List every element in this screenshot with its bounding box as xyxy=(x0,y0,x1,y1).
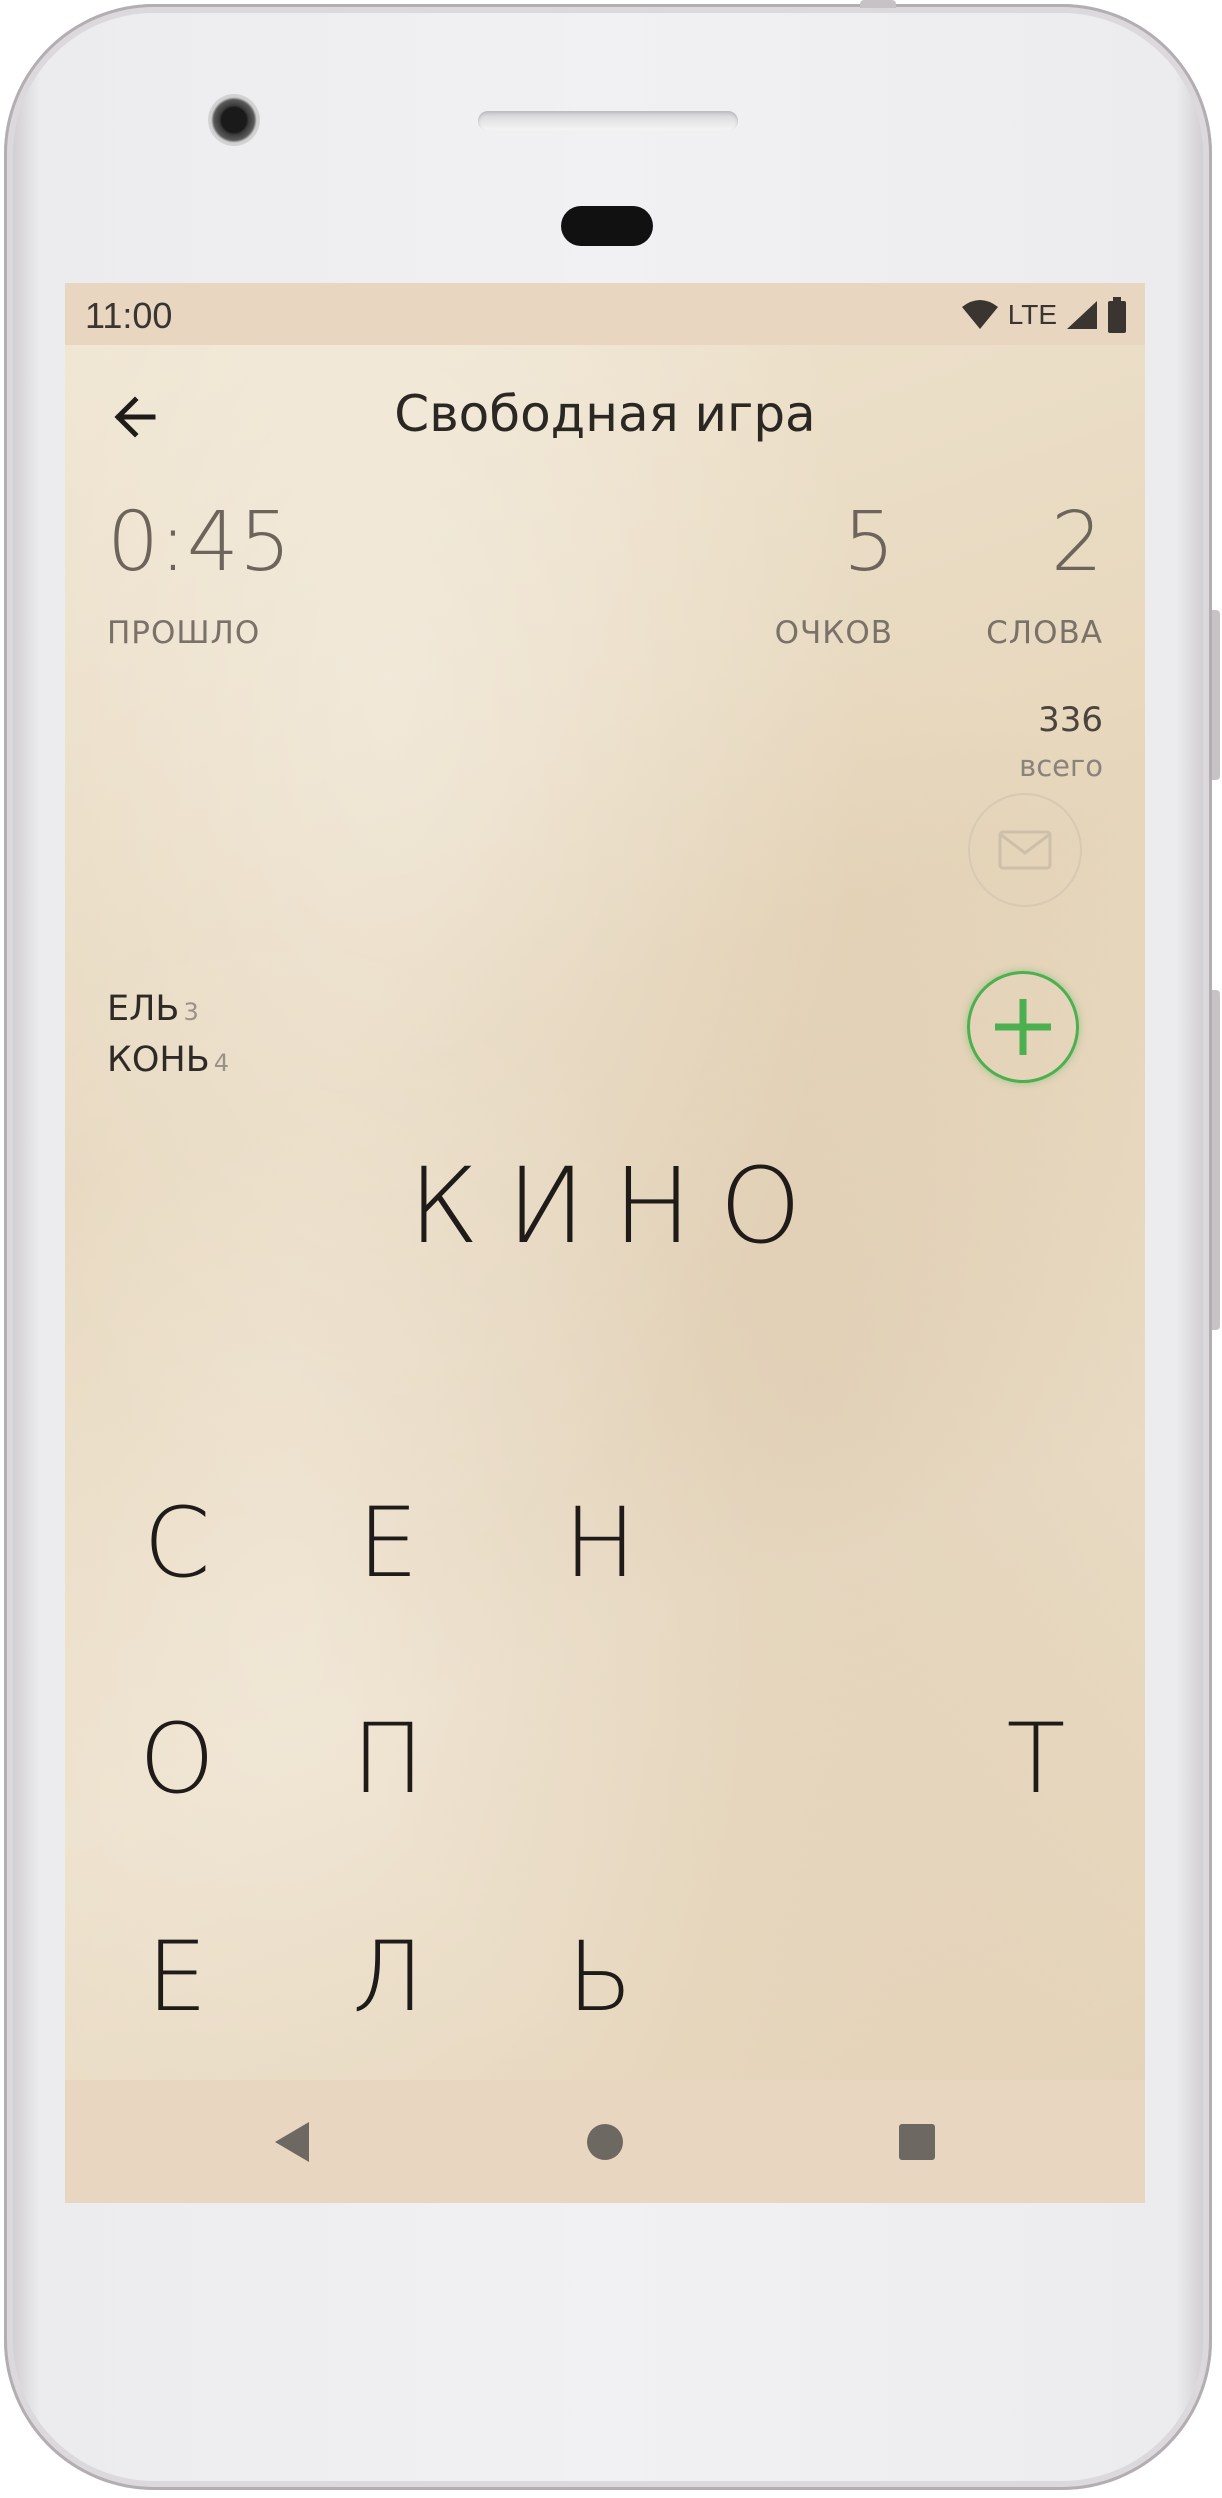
letter-tile[interactable]: Л xyxy=(328,1917,448,2037)
game-area: Свободная игра 0:45 ПРОШЛО 5 ОЧКОВ 2 СЛО… xyxy=(65,345,1145,2080)
signal-icon xyxy=(1067,301,1097,329)
navigation-bar xyxy=(65,2080,1145,2203)
phone-top-button xyxy=(860,0,896,8)
phone-power-button xyxy=(1212,990,1220,1330)
letter-tile[interactable]: Н xyxy=(540,1483,660,1603)
letter-tile[interactable]: Е xyxy=(328,1483,448,1603)
proximity-sensor xyxy=(561,206,653,246)
phone-volume-button xyxy=(1212,610,1220,780)
circle-home-icon xyxy=(587,2124,623,2160)
front-camera xyxy=(208,94,260,146)
earpiece-speaker xyxy=(478,111,738,131)
nav-recents-button[interactable] xyxy=(887,2112,947,2172)
letter-tile[interactable]: П xyxy=(328,1699,448,1819)
screen: 11:00 LTE Свободная игра 0:45 ПРОШЛО 5 О… xyxy=(65,283,1145,2203)
triangle-back-icon xyxy=(275,2122,309,2162)
letter-grid: С Е Н О П Т Е Л Ь xyxy=(65,345,1145,2080)
battery-icon xyxy=(1108,297,1126,333)
status-bar: 11:00 LTE xyxy=(65,283,1145,345)
status-time: 11:00 xyxy=(85,295,173,336)
nav-back-button[interactable] xyxy=(263,2112,323,2172)
status-icons: LTE xyxy=(960,295,1127,335)
wifi-icon xyxy=(961,300,998,329)
letter-tile[interactable]: Е xyxy=(117,1917,237,2037)
letter-tile[interactable]: О xyxy=(117,1699,237,1819)
letter-tile[interactable]: С xyxy=(117,1483,237,1603)
square-recents-icon xyxy=(899,2124,935,2160)
letter-tile[interactable]: Ь xyxy=(540,1917,660,2037)
network-type: LTE xyxy=(1007,299,1057,330)
letter-tile[interactable]: Т xyxy=(976,1699,1096,1819)
nav-home-button[interactable] xyxy=(575,2112,635,2172)
